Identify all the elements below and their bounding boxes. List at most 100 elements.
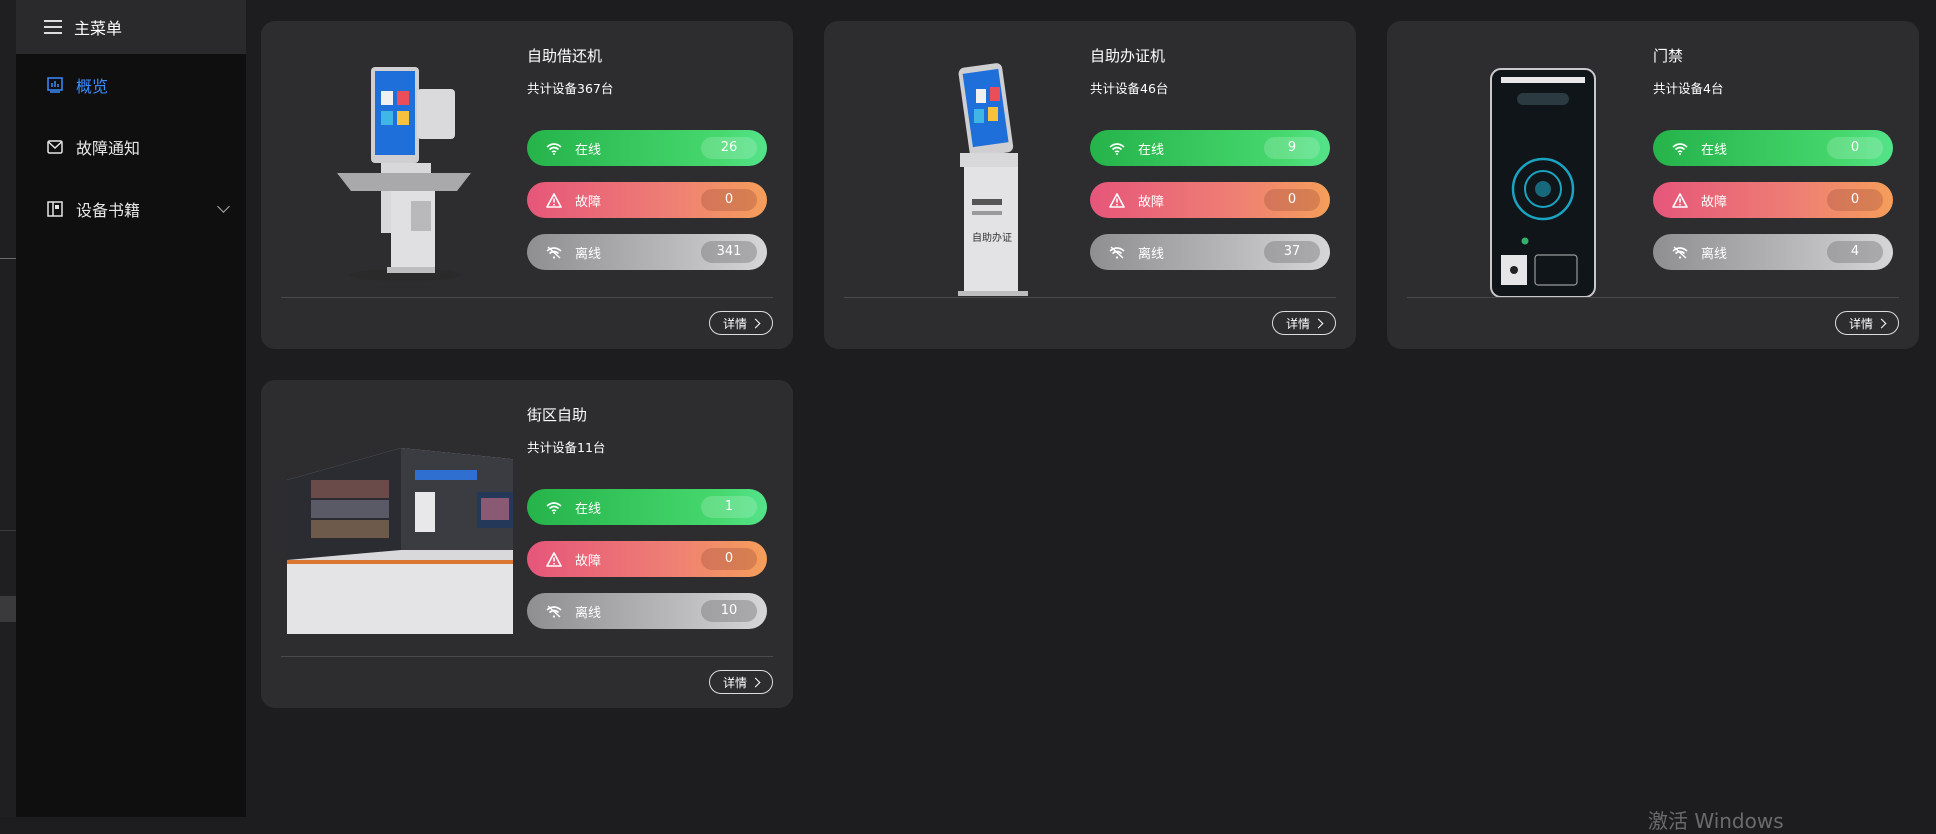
card-title: 自助办证机 xyxy=(1090,47,1166,65)
offline-count: 37 xyxy=(1264,241,1320,263)
fault-status-pill[interactable]: 故障 0 xyxy=(1090,182,1330,218)
offline-count: 4 xyxy=(1827,241,1883,263)
sidebar: 主菜单 概览 故障通知 设备书籍 xyxy=(16,0,246,817)
online-count: 26 xyxy=(701,137,757,159)
wifi-icon xyxy=(545,139,563,157)
svg-text:自助办证: 自助办证 xyxy=(972,231,1012,244)
mail-icon xyxy=(46,138,64,156)
device-total: 共计设备4台 xyxy=(1653,81,1724,96)
fault-count: 0 xyxy=(701,189,757,211)
book-icon xyxy=(46,200,64,218)
chevron-right-icon xyxy=(750,677,761,687)
fault-count: 0 xyxy=(701,548,757,570)
fault-status-pill[interactable]: 故障 0 xyxy=(527,182,767,218)
offline-status-pill[interactable]: 离线 10 xyxy=(527,593,767,629)
divider xyxy=(0,530,16,531)
status-label: 故障 xyxy=(575,553,602,569)
device-card-street-self-service: 街区自助 共计设备11台 在线 1 故障 0 离线 10 详情 xyxy=(261,380,793,708)
detail-button[interactable]: 详情 xyxy=(1835,311,1899,335)
access-control-terminal-image xyxy=(1407,41,1639,301)
device-total: 共计设备367台 xyxy=(527,81,614,96)
card-divider xyxy=(281,656,773,657)
status-label: 离线 xyxy=(1138,246,1165,262)
sidebar-item-label: 概览 xyxy=(76,77,109,96)
detail-label: 详情 xyxy=(1285,316,1310,331)
wifi-off-icon xyxy=(1671,243,1689,261)
status-label: 在线 xyxy=(575,142,602,158)
main-menu-label: 主菜单 xyxy=(74,19,123,38)
collapsed-tab[interactable] xyxy=(0,596,16,622)
card-title: 门禁 xyxy=(1653,47,1684,65)
detail-button[interactable]: 详情 xyxy=(709,670,773,694)
status-label: 离线 xyxy=(1701,246,1728,262)
divider xyxy=(0,258,16,259)
device-total: 共计设备46台 xyxy=(1090,81,1169,96)
wifi-off-icon xyxy=(545,243,563,261)
status-label: 离线 xyxy=(575,605,602,621)
sidebar-item-fault-notice[interactable]: 故障通知 xyxy=(16,116,246,178)
offline-count: 341 xyxy=(701,241,757,263)
status-label: 在线 xyxy=(575,501,602,517)
sidebar-item-label: 设备书籍 xyxy=(76,201,141,220)
status-label: 在线 xyxy=(1138,142,1165,158)
card-title: 自助借还机 xyxy=(527,47,603,65)
online-count: 1 xyxy=(701,496,757,518)
online-status-pill[interactable]: 在线 0 xyxy=(1653,130,1893,166)
detail-button[interactable]: 详情 xyxy=(1272,311,1336,335)
offline-status-pill[interactable]: 离线 37 xyxy=(1090,234,1330,270)
device-total: 共计设备11台 xyxy=(527,440,606,455)
status-label: 故障 xyxy=(1701,194,1728,210)
main-menu-header[interactable]: 主菜单 xyxy=(16,0,246,54)
card-divider xyxy=(1407,297,1899,298)
sidebar-item-overview[interactable]: 概览 xyxy=(16,54,246,116)
warning-icon xyxy=(545,550,563,568)
wifi-off-icon xyxy=(1108,243,1126,261)
wifi-icon xyxy=(545,498,563,516)
device-card-access-control: 门禁 共计设备4台 在线 0 故障 0 离线 4 详情 xyxy=(1387,21,1919,349)
detail-button[interactable]: 详情 xyxy=(709,311,773,335)
wifi-off-icon xyxy=(545,602,563,620)
warning-icon xyxy=(1671,191,1689,209)
left-edge-panel xyxy=(0,0,16,817)
sidebar-item-label: 故障通知 xyxy=(76,139,141,158)
chart-icon xyxy=(46,76,64,94)
offline-count: 10 xyxy=(701,600,757,622)
online-count: 0 xyxy=(1827,137,1883,159)
chevron-right-icon xyxy=(1876,318,1887,328)
status-label: 在线 xyxy=(1701,142,1728,158)
detail-label: 详情 xyxy=(1848,316,1873,331)
chevron-right-icon xyxy=(750,318,761,328)
card-divider xyxy=(844,297,1336,298)
status-label: 离线 xyxy=(575,246,602,262)
warning-icon xyxy=(1108,191,1126,209)
street-kiosk-image xyxy=(281,400,521,660)
kiosk-card-issuing-image: 自助办证 xyxy=(844,41,1076,301)
chevron-right-icon xyxy=(1313,318,1324,328)
warning-icon xyxy=(545,191,563,209)
chevron-down-icon[interactable] xyxy=(217,200,230,213)
detail-label: 详情 xyxy=(722,316,747,331)
fault-count: 0 xyxy=(1827,189,1883,211)
hamburger-icon[interactable] xyxy=(44,20,62,34)
offline-status-pill[interactable]: 离线 4 xyxy=(1653,234,1893,270)
wifi-icon xyxy=(1108,139,1126,157)
online-status-pill[interactable]: 在线 9 xyxy=(1090,130,1330,166)
device-card-self-service-card-issuing: 自助办证 自助办证机 共计设备46台 在线 9 故障 0 离线 37 详情 xyxy=(824,21,1356,349)
card-divider xyxy=(281,297,773,298)
device-card-self-service-borrow-return: 自助借还机 共计设备367台 在线 26 故障 0 离线 341 详情 xyxy=(261,21,793,349)
kiosk-borrow-return-image xyxy=(281,41,513,301)
detail-label: 详情 xyxy=(722,675,747,690)
online-status-pill[interactable]: 在线 1 xyxy=(527,489,767,525)
fault-status-pill[interactable]: 故障 0 xyxy=(1653,182,1893,218)
offline-status-pill[interactable]: 离线 341 xyxy=(527,234,767,270)
status-label: 故障 xyxy=(1138,194,1165,210)
status-label: 故障 xyxy=(575,194,602,210)
wifi-icon xyxy=(1671,139,1689,157)
sidebar-item-device-books[interactable]: 设备书籍 xyxy=(16,178,246,240)
online-status-pill[interactable]: 在线 26 xyxy=(527,130,767,166)
fault-status-pill[interactable]: 故障 0 xyxy=(527,541,767,577)
online-count: 9 xyxy=(1264,137,1320,159)
fault-count: 0 xyxy=(1264,189,1320,211)
windows-activation-watermark: 激活 Windows xyxy=(1648,809,1784,833)
card-title: 街区自助 xyxy=(527,406,588,424)
